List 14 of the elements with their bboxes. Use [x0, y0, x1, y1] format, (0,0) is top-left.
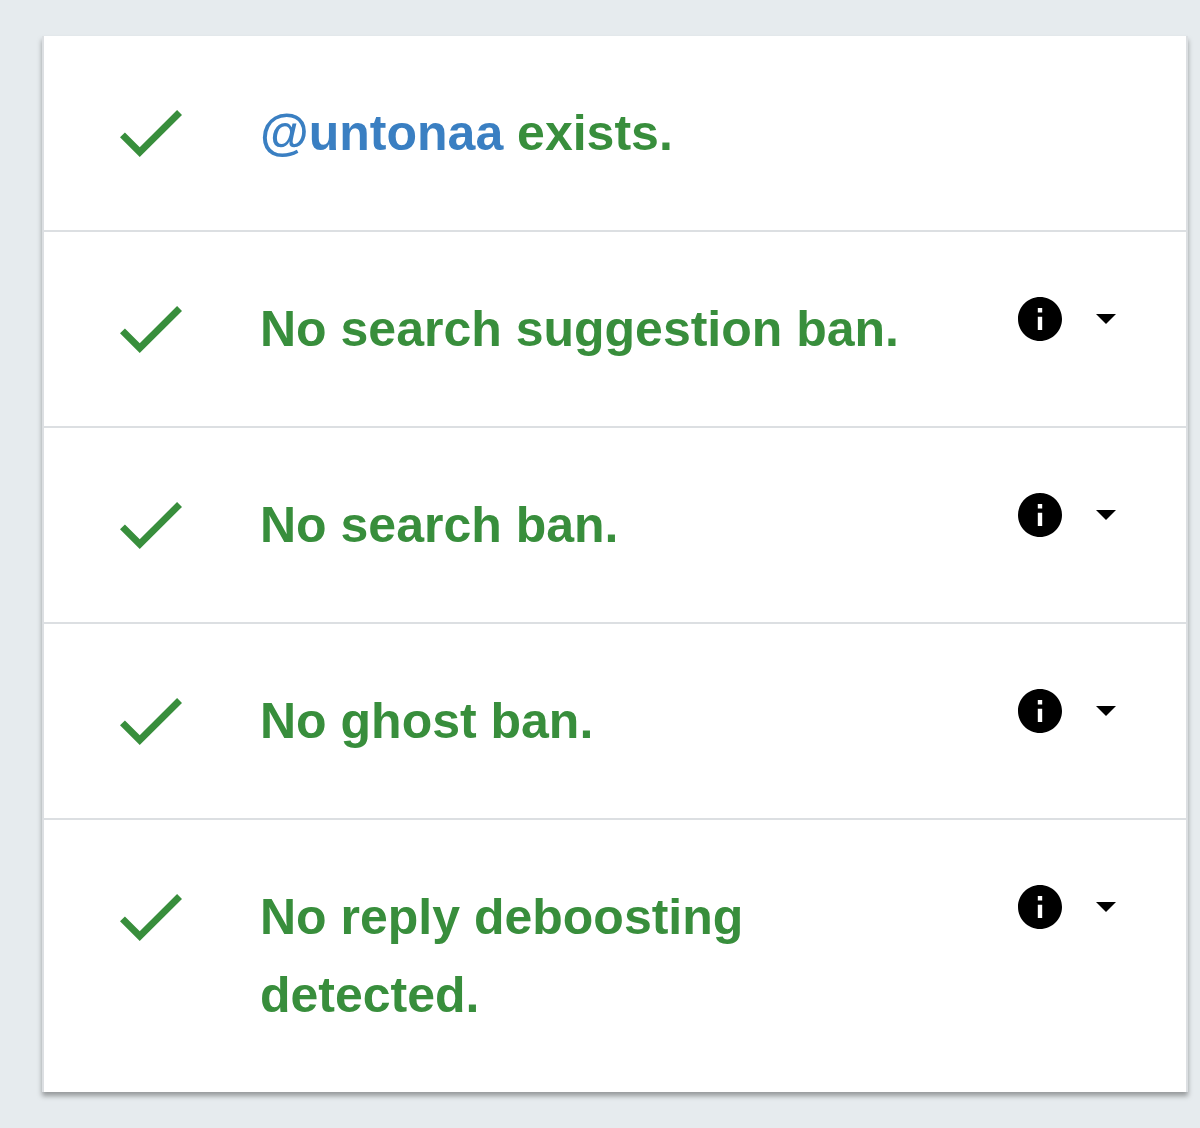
result-text: exists. [517, 105, 673, 161]
result-text: No reply deboosting detected. [260, 889, 744, 1023]
caret-icon[interactable] [1096, 902, 1116, 912]
result-text: No ghost ban. [260, 693, 594, 749]
result-text: No search ban. [260, 497, 619, 553]
info-icon[interactable] [1018, 297, 1062, 341]
result-text: No search suggestion ban. [260, 301, 899, 357]
info-icon[interactable] [1018, 493, 1062, 537]
info-icon[interactable] [1018, 689, 1062, 733]
caret-icon[interactable] [1096, 706, 1116, 716]
info-icon[interactable] [1018, 885, 1062, 929]
caret-icon[interactable] [1096, 314, 1116, 324]
username-link[interactable]: @untonaa [260, 105, 504, 161]
caret-icon[interactable] [1096, 510, 1116, 520]
